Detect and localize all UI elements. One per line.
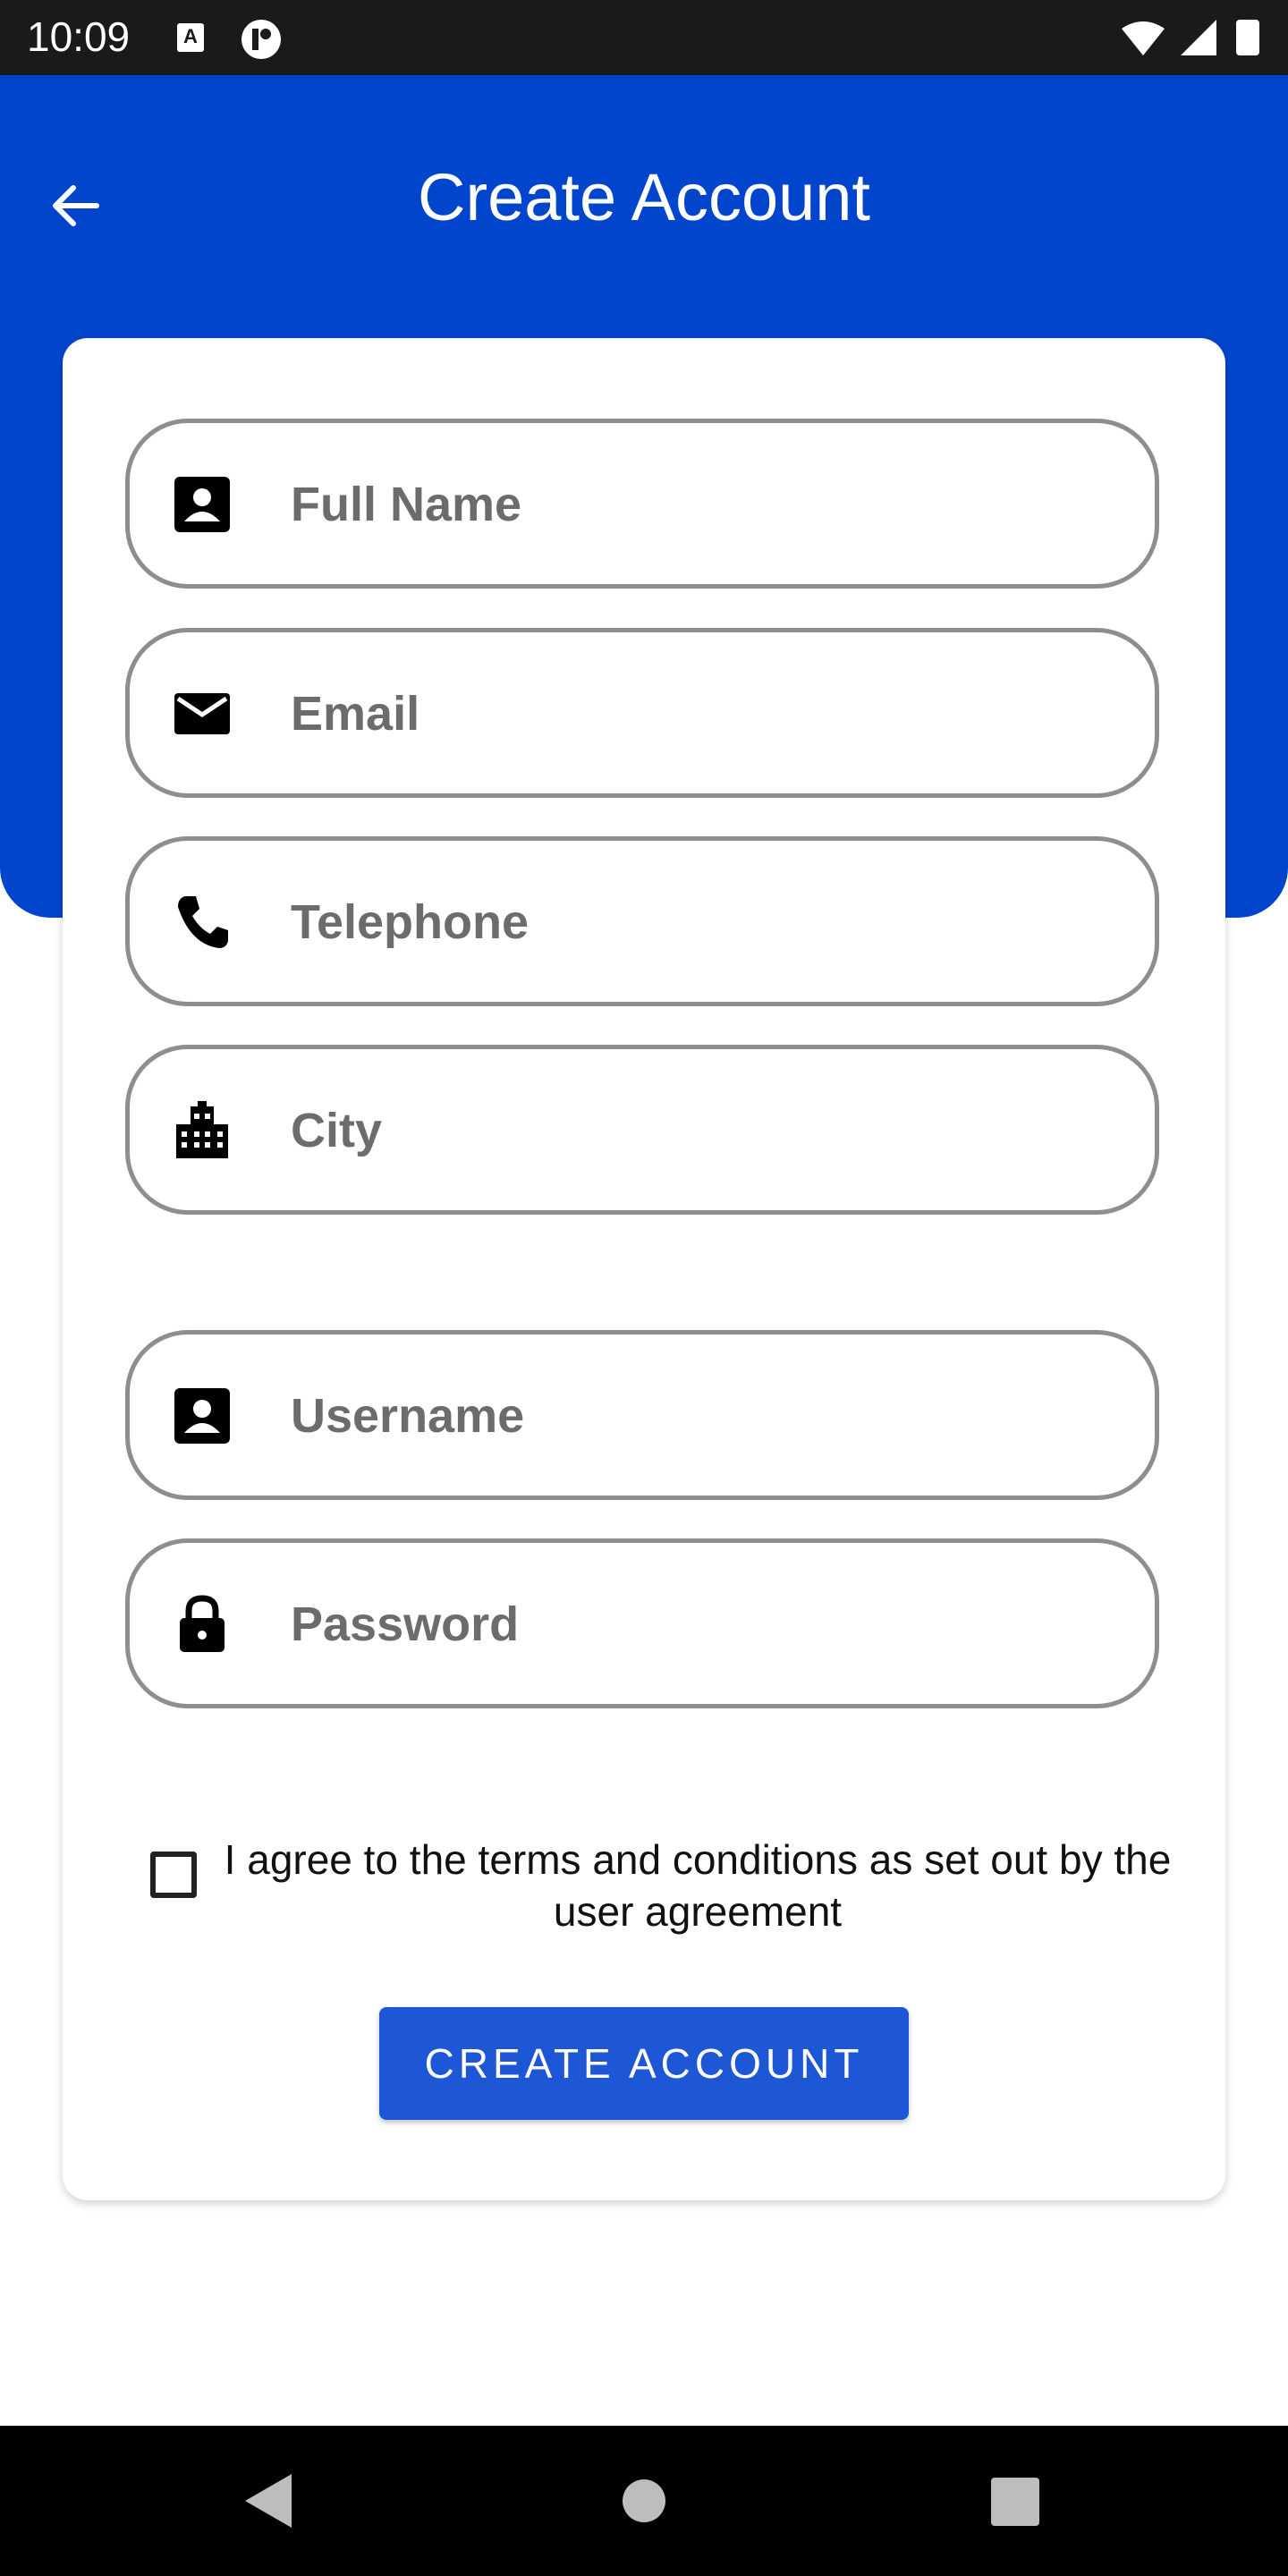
city-field[interactable] xyxy=(125,1045,1159,1215)
nav-recents-icon[interactable] xyxy=(991,2478,1039,2526)
system-status-icons xyxy=(1122,20,1259,55)
system-navigation-bar xyxy=(0,2426,1288,2576)
page-title: Create Account xyxy=(418,160,870,234)
full-name-field[interactable] xyxy=(125,419,1159,589)
phone-icon xyxy=(178,896,228,948)
email-input[interactable] xyxy=(289,668,1097,759)
username-input[interactable] xyxy=(289,1370,1097,1462)
nav-home-icon[interactable] xyxy=(623,2479,665,2522)
signal-icon xyxy=(1181,20,1216,55)
terms-checkbox[interactable] xyxy=(150,1852,197,1898)
telephone-input[interactable] xyxy=(289,877,1097,968)
app-notification-icon xyxy=(242,20,281,59)
terms-row: I agree to the terms and conditions as s… xyxy=(145,1834,1182,1941)
telephone-field[interactable] xyxy=(125,836,1159,1006)
create-account-button[interactable]: CREATE ACCOUNT xyxy=(379,2007,909,2120)
mail-icon xyxy=(174,693,230,734)
battery-icon xyxy=(1236,20,1259,55)
terms-label: I agree to the terms and conditions as s… xyxy=(224,1836,1172,1935)
full-name-input[interactable] xyxy=(289,459,1097,550)
email-field[interactable] xyxy=(125,628,1159,798)
accessibility-notification-icon: A xyxy=(177,23,204,52)
wifi-icon xyxy=(1122,21,1165,55)
city-buildings-icon xyxy=(176,1101,228,1158)
lock-icon xyxy=(180,1595,225,1652)
city-input[interactable] xyxy=(289,1085,1097,1176)
status-bar: 10:09 A xyxy=(0,0,1288,75)
account-box-icon xyxy=(174,1388,230,1444)
username-field[interactable] xyxy=(125,1330,1159,1500)
password-input[interactable] xyxy=(289,1579,1097,1670)
password-field[interactable] xyxy=(125,1538,1159,1708)
status-time: 10:09 xyxy=(27,13,131,60)
nav-back-icon[interactable] xyxy=(242,2470,295,2531)
contact-card-icon xyxy=(174,477,230,532)
